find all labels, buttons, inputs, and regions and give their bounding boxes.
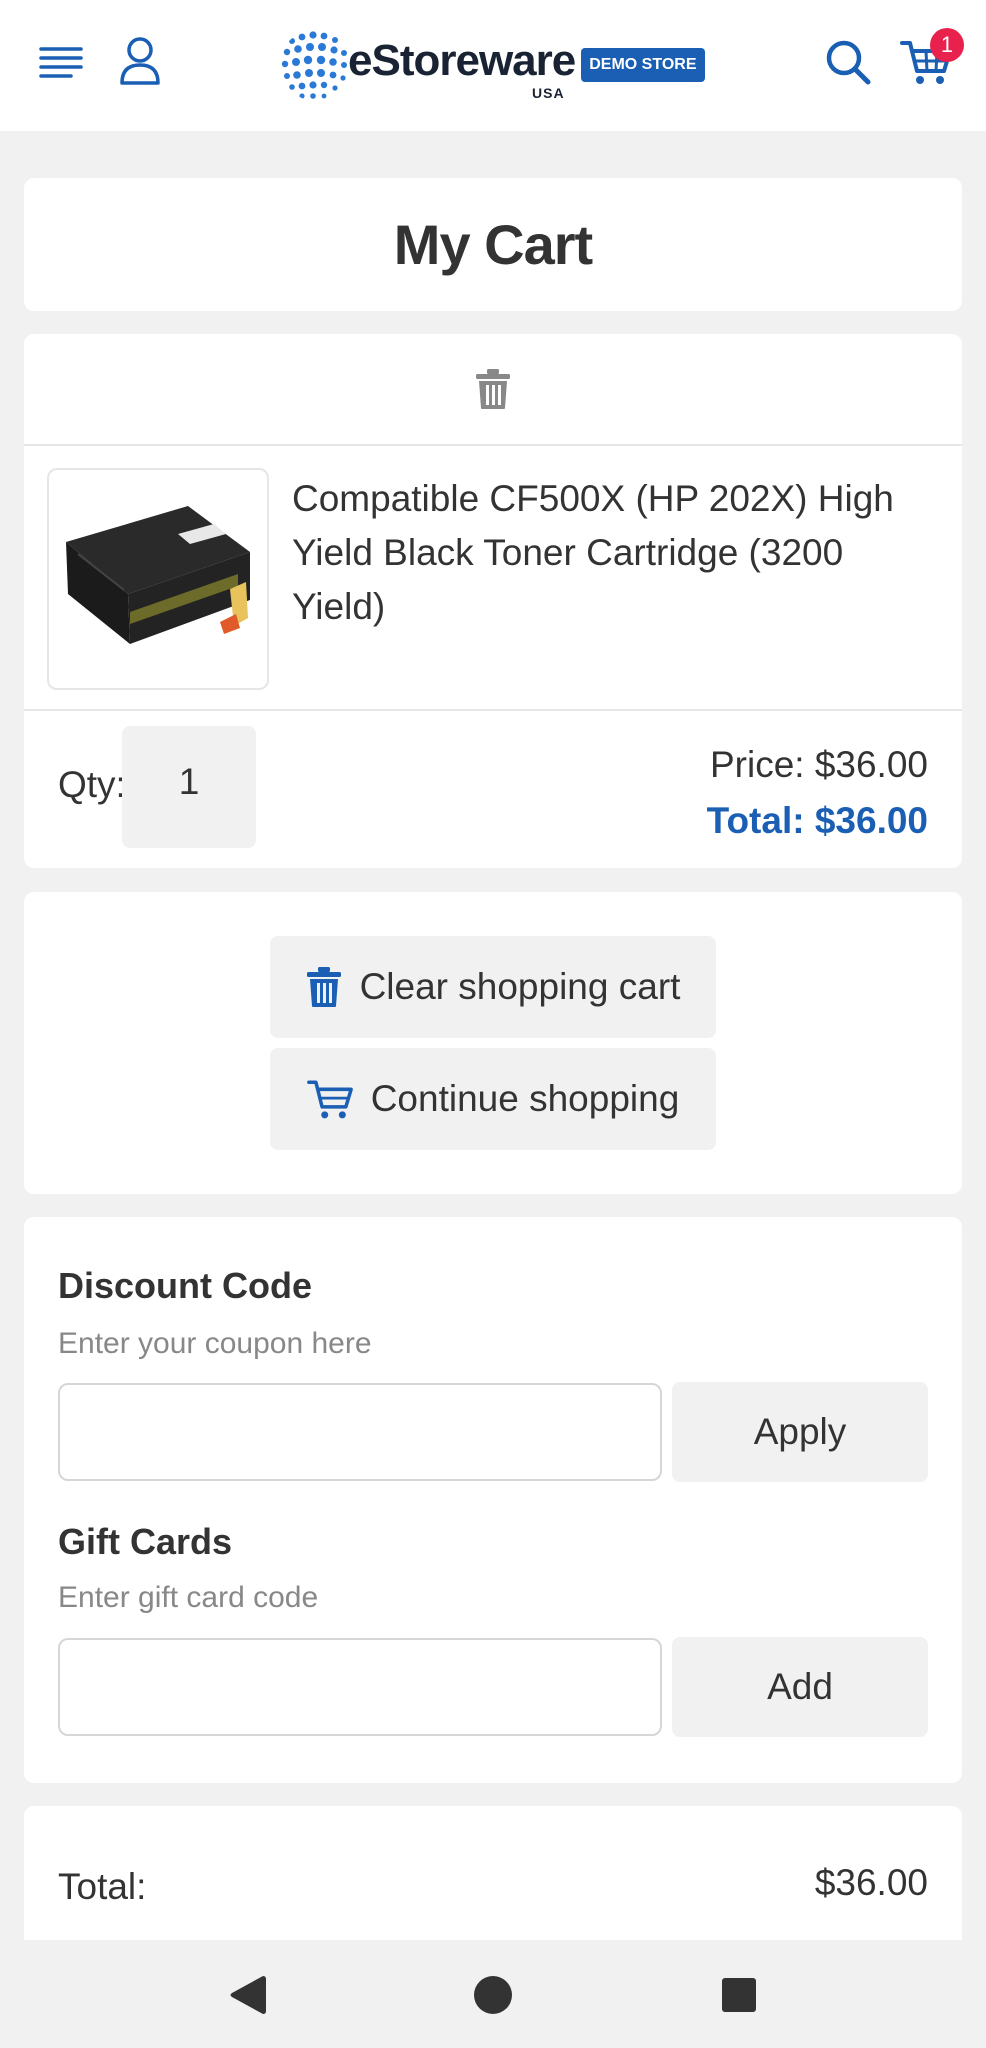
page-title: My Cart [393,213,593,276]
gift-cards-heading: Gift Cards [58,1521,233,1562]
line-total: Total: $36.00 [706,800,928,841]
total-label: Total: [58,1866,147,1907]
quantity-input[interactable] [122,726,256,848]
clear-cart-button[interactable]: Clear shopping cart [270,936,716,1038]
continue-shopping-label: Continue shopping [370,1078,680,1119]
back-icon[interactable] [222,1970,272,2020]
header: eStoreware USA DEMO STORE 1 [0,0,986,131]
logo-country: USA [532,85,565,101]
trash-icon [306,966,342,1008]
add-gift-card-button[interactable]: Add [672,1637,928,1737]
codes-card: Discount Code Enter your coupon here App… [24,1217,962,1783]
discount-code-input[interactable] [58,1383,662,1481]
product-image[interactable] [47,468,269,690]
home-icon[interactable] [468,1970,518,2020]
unit-price: Price: $36.00 [709,744,928,785]
store-logo[interactable]: eStoreware USA DEMO STORE [278,26,710,104]
discount-hint: Enter your coupon here [58,1327,372,1360]
menu-icon[interactable] [36,40,86,84]
page-title-card: My Cart [24,178,962,311]
product-row: Compatible CF500X (HP 202X) High Yield B… [24,446,962,711]
continue-shopping-button[interactable]: Continue shopping [270,1048,716,1150]
cart-icon[interactable]: 1 [896,28,964,92]
system-nav-bar [0,1940,986,2048]
search-icon[interactable] [820,34,876,90]
total-value: $36.00 [814,1862,928,1903]
gift-card-input[interactable] [58,1638,662,1736]
cart-icon [306,1077,353,1121]
trash-icon[interactable] [475,368,511,410]
cart-item-card: Compatible CF500X (HP 202X) High Yield B… [24,334,962,868]
remove-item-row [24,334,962,446]
demo-store-badge: DEMO STORE [581,48,705,82]
logo-name: eStoreware [348,36,576,85]
recents-icon[interactable] [714,1970,764,2020]
clear-cart-label: Clear shopping cart [359,966,681,1007]
gift-cards-hint: Enter gift card code [58,1581,319,1614]
qty-label: Qty: [58,764,126,805]
user-icon[interactable] [116,34,164,88]
cart-count-badge: 1 [930,28,964,62]
cart-actions-card: Clear shopping cart Continue shopping [24,892,962,1194]
apply-discount-button[interactable]: Apply [672,1382,928,1482]
globe-logo-icon [281,31,347,99]
product-name[interactable]: Compatible CF500X (HP 202X) High Yield B… [292,472,942,634]
logo-wordmark: eStoreware USA [348,35,576,101]
discount-heading: Discount Code [58,1265,313,1306]
